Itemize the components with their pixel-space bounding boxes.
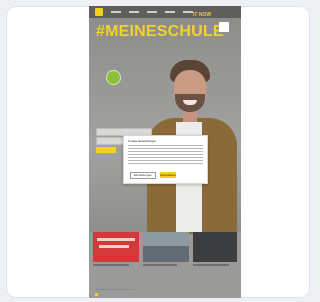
teaser-tile[interactable] (143, 232, 189, 262)
teaser-caption (193, 264, 229, 266)
nav-link[interactable] (183, 11, 193, 13)
accent-dot (95, 293, 98, 296)
teaser-caption (143, 264, 177, 266)
nav-link[interactable] (129, 11, 139, 13)
teaser-tile[interactable] (93, 232, 139, 262)
teaser-tile-label: IT NOW (193, 12, 212, 18)
cookie-dialog-title: Cookie-Einstellungen (128, 139, 157, 143)
cookie-dialog-text (128, 145, 203, 166)
cookie-accept-button[interactable]: Akzeptieren (160, 172, 176, 178)
website-screenshot: #MEINESCHULE Cookie-Einstellungen Einste… (89, 6, 241, 298)
search-button[interactable] (96, 147, 116, 153)
nav-link[interactable] (147, 11, 157, 13)
teaser-tiles (93, 232, 237, 268)
cookie-settings-button[interactable]: Einstellungen (130, 172, 156, 179)
teaser-caption (93, 264, 129, 266)
teaser-badge-icon (219, 22, 229, 32)
hero-headline: #MEINESCHULE (96, 23, 224, 40)
section-divider (95, 289, 135, 290)
cookie-consent-dialog: Cookie-Einstellungen Einstellungen Akzep… (123, 135, 208, 184)
nav-link[interactable] (165, 11, 175, 13)
nav-links[interactable] (111, 11, 193, 13)
nav-link[interactable] (111, 11, 121, 13)
green-badge-icon[interactable] (106, 70, 121, 85)
teaser-tile[interactable] (193, 232, 237, 262)
logo-icon[interactable] (95, 8, 103, 16)
site-navbar (89, 6, 241, 18)
